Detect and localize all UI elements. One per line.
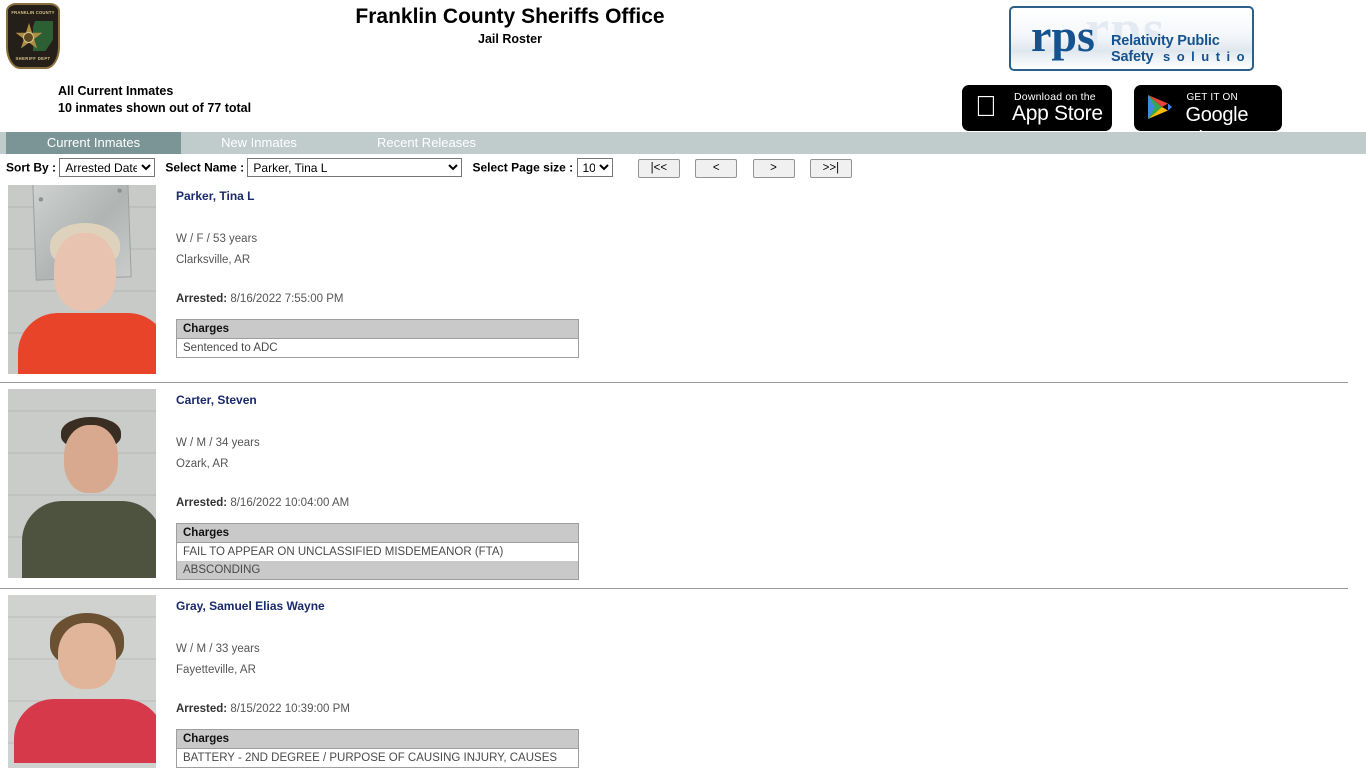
pager-next-button[interactable]: > bbox=[752, 158, 795, 178]
inmate-record: Gray, Samuel Elias Wayne W / M / 33 years… bbox=[0, 589, 1348, 768]
google-play-button[interactable]: GET IT ON Google Play bbox=[1134, 85, 1283, 150]
tab-recent-releases[interactable]: Recent Releases bbox=[345, 132, 508, 154]
app-store-button[interactable]:  Download on the App Store bbox=[962, 85, 1112, 131]
mugshot-photo[interactable] bbox=[8, 185, 156, 374]
summary-line-2: 10 inmates shown out of 77 total bbox=[58, 101, 252, 115]
pager-first-button[interactable]: |<< bbox=[637, 158, 680, 178]
page-subtitle: Jail Roster bbox=[478, 32, 542, 46]
filter-controls: Sort By : Arrested Date Select Name : Pa… bbox=[0, 154, 1366, 179]
inmate-details: Parker, Tina L W / F / 53 years Clarksvill… bbox=[176, 185, 1348, 374]
page-size-label: Select Page size : bbox=[472, 160, 574, 175]
arrested-label: Arrested: bbox=[176, 293, 228, 305]
inmate-name-link[interactable]: Parker, Tina L bbox=[176, 189, 1348, 203]
page-title: Franklin County Sheriffs Office bbox=[355, 5, 665, 28]
inmate-arrested: Arrested: 8/15/2022 10:39:00 PM bbox=[176, 703, 350, 715]
inmate-demographics: W / M / 33 years bbox=[176, 643, 260, 655]
roster-summary: All Current Inmates 10 inmates shown out… bbox=[58, 83, 251, 117]
charges-table: Charges FAIL TO APPEAR ON UNCLASSIFIED MI… bbox=[176, 523, 579, 580]
sort-by-select[interactable]: Arrested Date bbox=[59, 158, 156, 177]
charges-table: Charges Sentenced to ADC bbox=[176, 319, 579, 358]
inmate-city-state: Fayetteville, AR bbox=[176, 664, 256, 676]
tab-new-inmates[interactable]: New Inmates bbox=[181, 132, 337, 154]
tab-current-inmates[interactable]: Current Inmates bbox=[6, 132, 181, 154]
page-size-select[interactable]: 10 bbox=[576, 158, 613, 177]
sort-by-label: Sort By : bbox=[6, 160, 57, 175]
page-header: FRANKLIN COUNTY SHERIFF DEPT Franklin Co… bbox=[0, 0, 1366, 150]
app-store-line-2: App Store bbox=[1012, 102, 1103, 125]
arrested-label: Arrested: bbox=[176, 703, 228, 715]
pager: |<< < > >>| bbox=[637, 158, 864, 178]
arrested-label: Arrested: bbox=[176, 497, 228, 509]
badge-bottom-text: SHERIFF DEPT bbox=[15, 56, 51, 61]
select-name-dropdown[interactable]: Parker, Tina L bbox=[247, 158, 463, 177]
tab-bar: Current Inmates New Inmates Recent Relea… bbox=[0, 132, 1366, 154]
charge-text: ABSCONDING bbox=[176, 561, 579, 580]
pager-prev-button[interactable]: < bbox=[695, 158, 738, 178]
google-play-icon bbox=[1148, 95, 1173, 119]
google-play-line-1: GET IT ON bbox=[1186, 92, 1238, 103]
inmate-demographics: W / F / 53 years bbox=[176, 233, 258, 245]
inmate-name-link[interactable]: Gray, Samuel Elias Wayne bbox=[176, 599, 1348, 613]
rps-wordmark: rps bbox=[1031, 10, 1095, 61]
inmate-details: Gray, Samuel Elias Wayne W / M / 33 years… bbox=[176, 595, 1348, 768]
rps-logo[interactable]: rps rps Relativity Public Safety solutio… bbox=[1009, 6, 1254, 71]
inmate-record: Carter, Steven W / M / 34 years Ozark, AR A… bbox=[0, 383, 1348, 589]
charge-row: Sentenced to ADC bbox=[176, 338, 579, 358]
select-name-label: Select Name : bbox=[165, 160, 245, 175]
charge-text: Sentenced to ADC bbox=[176, 338, 579, 358]
rps-tagline-2: solutions bbox=[1163, 49, 1252, 64]
charge-row: ABSCONDING bbox=[176, 561, 579, 580]
apple-icon:  bbox=[975, 93, 997, 122]
inmate-record: Parker, Tina L W / F / 53 years Clarksvill… bbox=[0, 179, 1348, 383]
inmate-city-state: Ozark, AR bbox=[176, 458, 229, 470]
inmate-details: Carter, Steven W / M / 34 years Ozark, AR A… bbox=[176, 389, 1348, 580]
inmate-arrested: Arrested: 8/16/2022 7:55:00 PM bbox=[176, 293, 344, 305]
inmate-roster: Parker, Tina L W / F / 53 years Clarksvill… bbox=[0, 179, 1366, 768]
charge-row: BATTERY - 2ND DEGREE / PURPOSE OF CAUSIN… bbox=[176, 748, 579, 768]
charge-text: BATTERY - 2ND DEGREE / PURPOSE OF CAUSIN… bbox=[176, 748, 579, 768]
charges-column-header: Charges bbox=[176, 319, 579, 339]
charges-column-header: Charges bbox=[176, 523, 579, 543]
title-block: Franklin County Sheriffs Office Jail Ros… bbox=[0, 4, 1020, 48]
summary-line-1: All Current Inmates bbox=[58, 84, 174, 98]
pager-last-button[interactable]: >>| bbox=[809, 158, 852, 178]
charges-table: Charges BATTERY - 2ND DEGREE / PURPOSE OF… bbox=[176, 729, 579, 768]
inmate-demographics: W / M / 34 years bbox=[176, 437, 260, 449]
inmate-name-link[interactable]: Carter, Steven bbox=[176, 393, 1348, 407]
mugshot-photo[interactable] bbox=[8, 595, 156, 768]
mugshot-photo[interactable] bbox=[8, 389, 156, 578]
inmate-arrested: Arrested: 8/16/2022 10:04:00 AM bbox=[176, 497, 350, 509]
store-badges:  Download on the App Store GET IT ON Go… bbox=[962, 85, 1283, 150]
inmate-city-state: Clarksville, AR bbox=[176, 254, 251, 266]
charges-column-header: Charges bbox=[176, 729, 579, 749]
charge-row: FAIL TO APPEAR ON UNCLASSIFIED MISDEMEAN… bbox=[176, 542, 579, 561]
charge-text: FAIL TO APPEAR ON UNCLASSIFIED MISDEMEAN… bbox=[176, 542, 579, 561]
